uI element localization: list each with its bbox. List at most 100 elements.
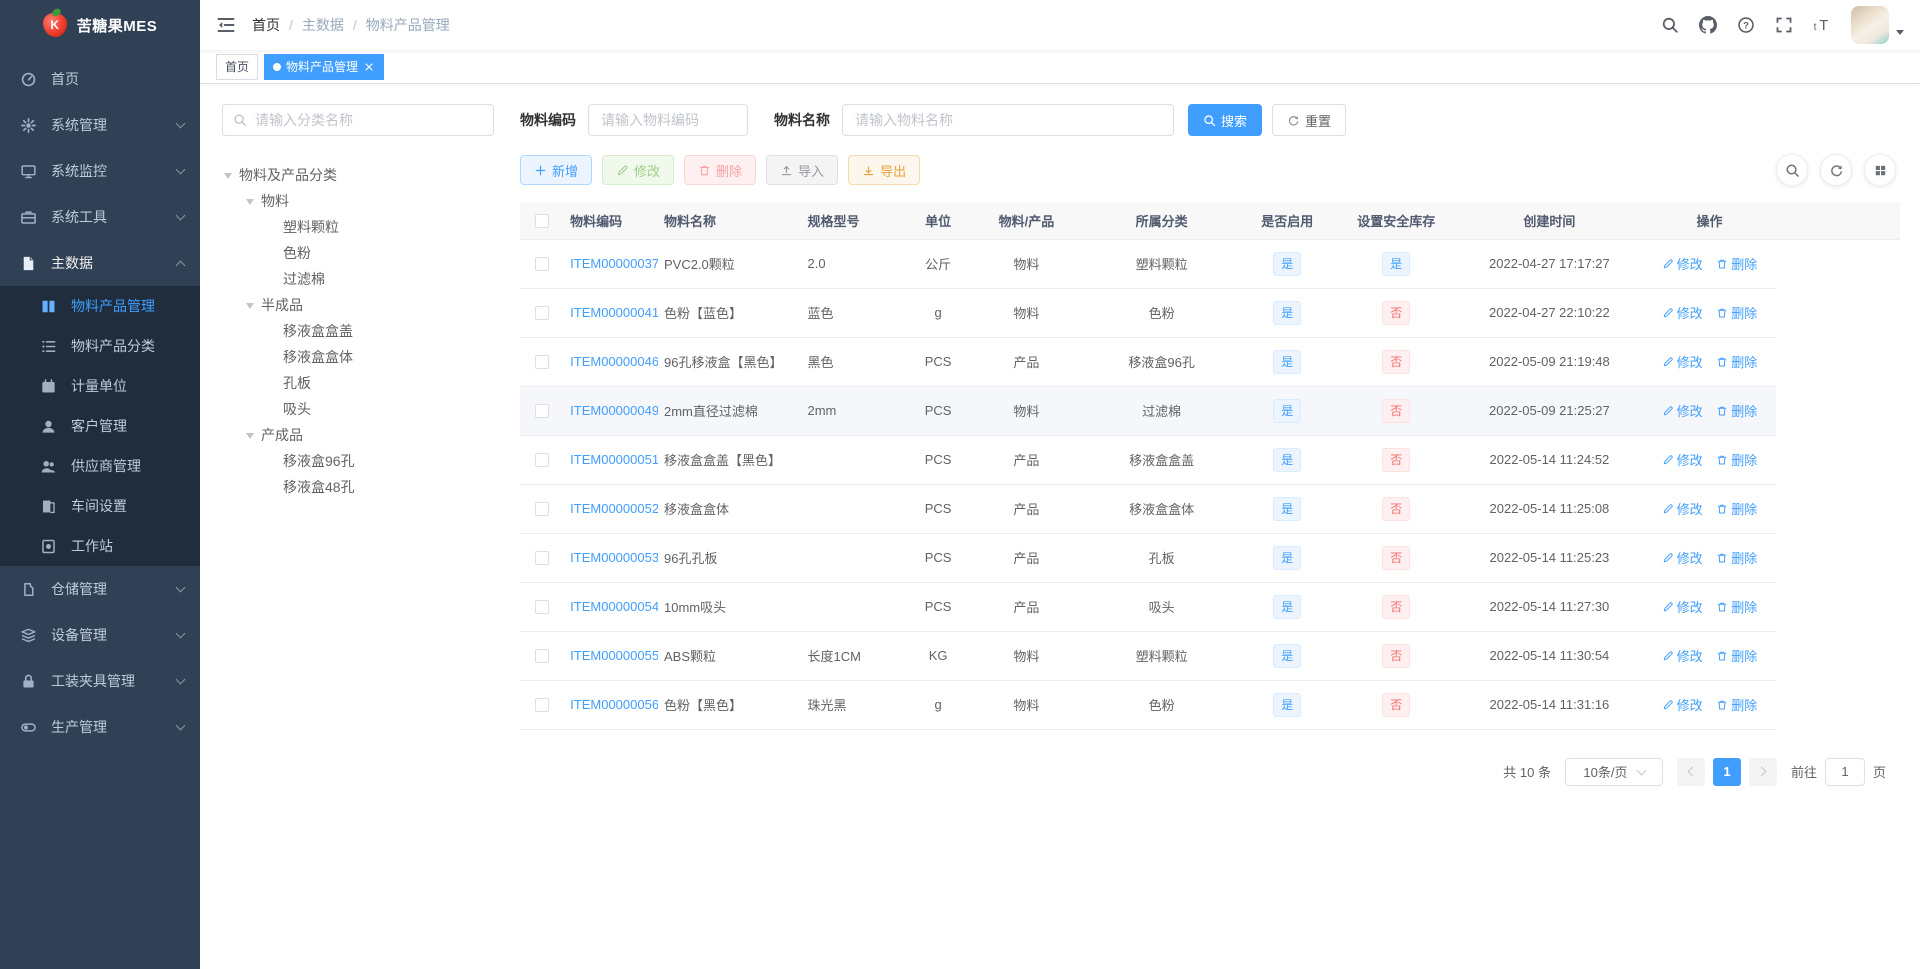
- row-edit-link[interactable]: 修改: [1662, 646, 1703, 665]
- row-checkbox[interactable]: [535, 453, 550, 468]
- item-code-link[interactable]: ITEM00000052: [570, 501, 658, 516]
- font-size-icon[interactable]: tT: [1813, 16, 1831, 34]
- sidebar-item-production-mgmt[interactable]: 生产管理: [0, 704, 200, 750]
- sidebar-item-system-monitor[interactable]: 系统监控: [0, 148, 200, 194]
- code-filter-input[interactable]: [588, 104, 748, 136]
- row-delete-link[interactable]: 删除: [1716, 401, 1757, 420]
- tree-node[interactable]: 孔板: [222, 370, 494, 396]
- name-filter-input[interactable]: [842, 104, 1174, 136]
- tree-node[interactable]: 移液盒96孔: [222, 448, 494, 474]
- sidebar-item-equipment-mgmt[interactable]: 设备管理: [0, 612, 200, 658]
- row-delete-link[interactable]: 删除: [1716, 646, 1757, 665]
- item-code-link[interactable]: ITEM00000053: [570, 550, 658, 565]
- sidebar-item-workstation[interactable]: 工作站: [0, 526, 200, 566]
- sidebar-item-home[interactable]: 首页: [0, 56, 200, 102]
- tree-node[interactable]: 吸头: [222, 396, 494, 422]
- tree-node[interactable]: 过滤棉: [222, 266, 494, 292]
- page-jump-input[interactable]: [1824, 757, 1865, 786]
- row-checkbox[interactable]: [535, 306, 550, 321]
- help-icon[interactable]: ?: [1737, 16, 1755, 34]
- search-button[interactable]: 搜索: [1188, 104, 1263, 136]
- item-code-link[interactable]: ITEM00000055: [570, 648, 658, 663]
- fullscreen-icon[interactable]: [1775, 16, 1793, 34]
- tree-node[interactable]: 塑料颗粒: [222, 214, 494, 240]
- page-size-select[interactable]: 10条/页: [1564, 757, 1663, 786]
- sidebar-item-supplier-mgmt[interactable]: 供应商管理: [0, 446, 200, 486]
- row-edit-link[interactable]: 修改: [1662, 548, 1703, 567]
- row-delete-link[interactable]: 删除: [1716, 499, 1757, 518]
- row-checkbox[interactable]: [535, 600, 550, 615]
- table-search-button[interactable]: [1776, 154, 1808, 186]
- sidebar-item-workshop-setting[interactable]: 车间设置: [0, 486, 200, 526]
- page-number-button[interactable]: 1: [1712, 757, 1741, 786]
- item-code-link[interactable]: ITEM00000054: [570, 599, 658, 614]
- sidebar-item-measure-unit[interactable]: 计量单位: [0, 366, 200, 406]
- item-code-link[interactable]: ITEM00000037: [570, 256, 658, 271]
- edit-button[interactable]: 修改: [602, 155, 675, 185]
- row-edit-link[interactable]: 修改: [1662, 597, 1703, 616]
- row-edit-link[interactable]: 修改: [1662, 401, 1703, 420]
- row-checkbox[interactable]: [535, 502, 550, 517]
- row-delete-link[interactable]: 删除: [1716, 254, 1757, 273]
- user-menu[interactable]: [1851, 6, 1904, 44]
- tree-node[interactable]: 移液盒盒体: [222, 344, 494, 370]
- avatar[interactable]: [1851, 6, 1889, 44]
- row-delete-link[interactable]: 删除: [1716, 352, 1757, 371]
- row-checkbox[interactable]: [535, 649, 550, 664]
- tree-node[interactable]: 半成品: [222, 292, 494, 318]
- row-edit-link[interactable]: 修改: [1662, 352, 1703, 371]
- sidebar-item-material-product-category[interactable]: 物料产品分类: [0, 326, 200, 366]
- sidebar-item-warehouse-mgmt[interactable]: 仓储管理: [0, 566, 200, 612]
- row-delete-link[interactable]: 删除: [1716, 548, 1757, 567]
- item-code-link[interactable]: ITEM00000049: [570, 403, 658, 418]
- tree-node[interactable]: 色粉: [222, 240, 494, 266]
- reset-button[interactable]: 重置: [1272, 104, 1347, 136]
- github-icon[interactable]: [1699, 16, 1717, 34]
- row-checkbox[interactable]: [535, 355, 550, 370]
- header-search-icon[interactable]: [1661, 16, 1679, 34]
- tree-node[interactable]: 物料及产品分类: [222, 162, 494, 188]
- breadcrumb-home[interactable]: 首页: [252, 15, 280, 35]
- sidebar-item-material-product-mgmt[interactable]: 物料产品管理: [0, 286, 200, 326]
- row-checkbox[interactable]: [535, 257, 550, 272]
- row-checkbox[interactable]: [535, 551, 550, 566]
- export-button[interactable]: 导出: [848, 155, 921, 185]
- item-code-link[interactable]: ITEM00000056: [570, 697, 658, 712]
- breadcrumb-section[interactable]: 主数据: [302, 15, 344, 35]
- row-checkbox[interactable]: [535, 404, 550, 419]
- table-refresh-button[interactable]: [1820, 154, 1852, 186]
- select-all-checkbox[interactable]: [535, 214, 550, 229]
- item-code-link[interactable]: ITEM00000046: [570, 354, 658, 369]
- tree-node[interactable]: 移液盒48孔: [222, 474, 494, 500]
- tab-home[interactable]: 首页: [216, 53, 259, 80]
- row-delete-link[interactable]: 删除: [1716, 597, 1757, 616]
- sidebar-item-customer-mgmt[interactable]: 客户管理: [0, 406, 200, 446]
- prev-page-button[interactable]: [1676, 757, 1705, 786]
- import-button[interactable]: 导入: [766, 155, 839, 185]
- tab-material-product-mgmt[interactable]: 物料产品管理: [264, 53, 385, 80]
- row-edit-link[interactable]: 修改: [1662, 499, 1703, 518]
- item-code-link[interactable]: ITEM00000041: [570, 305, 658, 320]
- app-logo[interactable]: K 苦糖果MES: [0, 0, 200, 50]
- tab-close-icon[interactable]: [363, 61, 375, 73]
- tree-node[interactable]: 物料: [222, 188, 494, 214]
- next-page-button[interactable]: [1748, 757, 1777, 786]
- sidebar-item-fixture-mgmt[interactable]: 工装夹具管理: [0, 658, 200, 704]
- row-delete-link[interactable]: 删除: [1716, 695, 1757, 714]
- tree-node[interactable]: 移液盒盒盖: [222, 318, 494, 344]
- row-delete-link[interactable]: 删除: [1716, 303, 1757, 322]
- row-edit-link[interactable]: 修改: [1662, 695, 1703, 714]
- item-code-link[interactable]: ITEM00000051: [570, 452, 658, 467]
- row-edit-link[interactable]: 修改: [1662, 303, 1703, 322]
- tree-search-input[interactable]: [255, 112, 483, 128]
- sidebar-toggle-icon[interactable]: [216, 15, 236, 35]
- table-columns-button[interactable]: [1864, 154, 1896, 186]
- row-edit-link[interactable]: 修改: [1662, 450, 1703, 469]
- row-delete-link[interactable]: 删除: [1716, 450, 1757, 469]
- sidebar-item-system-admin[interactable]: 系统管理: [0, 102, 200, 148]
- add-button[interactable]: 新增: [520, 155, 593, 185]
- row-edit-link[interactable]: 修改: [1662, 254, 1703, 273]
- sidebar-item-master-data[interactable]: 主数据: [0, 240, 200, 286]
- row-checkbox[interactable]: [535, 698, 550, 713]
- tree-node[interactable]: 产成品: [222, 422, 494, 448]
